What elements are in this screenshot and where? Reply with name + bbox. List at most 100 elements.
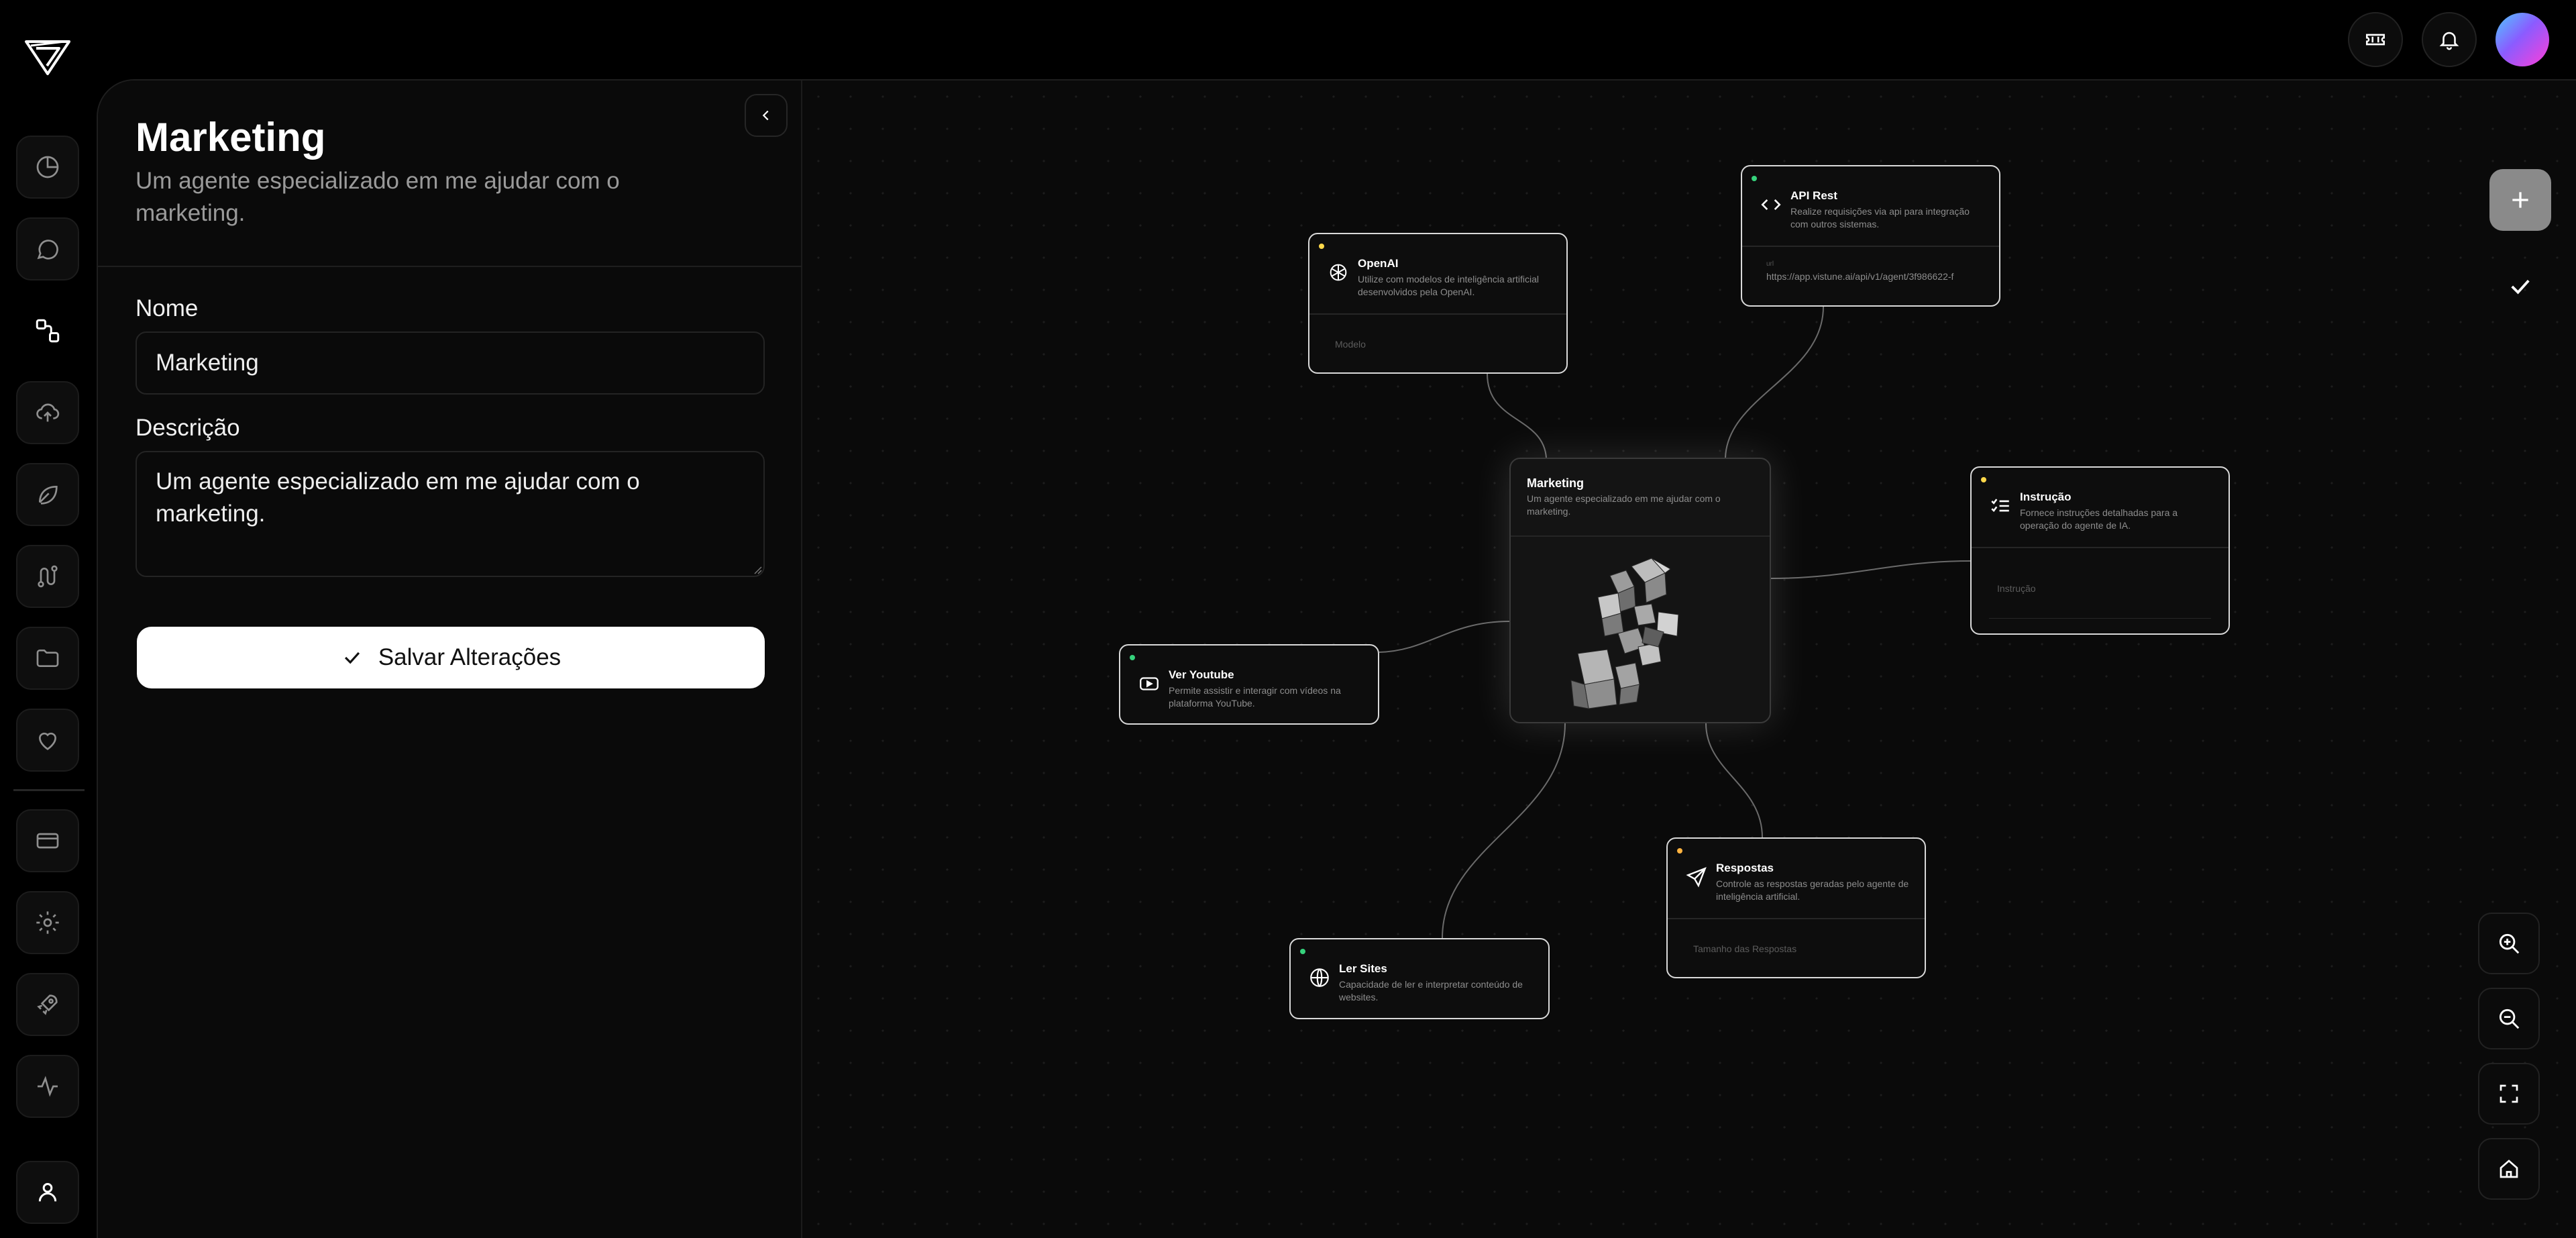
user-icon [38,1183,57,1202]
status-dot [1300,949,1305,954]
node-description: Controle as respostas geradas pelo agent… [1716,878,1909,902]
logo-icon[interactable] [24,39,71,76]
node-divider [1972,547,2229,548]
youtube-icon [1140,677,1159,690]
add-node-button[interactable] [2489,169,2551,231]
globe-icon [1310,968,1329,987]
checklist-icon [1991,499,2009,513]
node-description: Permite assistir e interagir com vídeos … [1169,685,1341,709]
openai-node[interactable]: OpenAI Utilize com modelos de inteligênc… [1308,233,1568,374]
resize-handle-icon[interactable] [753,565,762,574]
agent-center-node[interactable]: Marketing Um agente especializado em me … [1509,458,1771,723]
zoom-out-button[interactable] [2478,988,2540,1049]
sidebar-item-routes[interactable] [16,545,79,608]
youtube-node[interactable]: Ver Youtube Permite assistir e interagir… [1119,644,1379,725]
chart-pie-icon [36,156,59,178]
status-dot [1677,848,1682,854]
node-divider [1309,313,1566,315]
sidebar-item-profile[interactable] [16,1161,79,1224]
status-dot [1981,477,1986,482]
sidebar [0,81,97,1238]
api-url[interactable]: https://app.vistune.ai/api/v1/agent/3f98… [1766,271,1981,282]
description-textarea[interactable]: Um agente especializado em me ajudar com… [136,451,765,577]
chat-icon [37,240,58,260]
agent-cubes-illustration [1570,558,1679,709]
folder-icon [36,650,59,667]
name-input[interactable]: Marketing [136,331,765,395]
sidebar-item-settings[interactable] [16,891,79,954]
node-title: Ler Sites [1339,962,1387,975]
node-divider [1742,246,1999,247]
fullscreen-icon [2500,1084,2518,1103]
sidebar-item-files[interactable] [16,627,79,690]
node-divider [1668,918,1925,919]
heart-icon [38,732,57,750]
page-subtitle: Um agente especializado em me ajudar com… [136,168,620,226]
page-title: Marketing [136,115,326,160]
ticket-icon [2365,34,2385,46]
credit-card-icon [36,833,59,849]
sidebar-item-flows[interactable] [16,299,79,362]
sidebar-item-favorites[interactable] [16,709,79,772]
header-divider [98,266,802,267]
node-title: Instrução [2020,491,2072,503]
node-description: Fornece instruções detalhadas para a ope… [2020,507,2178,531]
node-description: Realize requisições via api para integra… [1790,206,1970,229]
fit-view-button[interactable] [2478,1063,2540,1125]
field-underline [1989,618,2211,619]
sidebar-item-billing[interactable] [16,809,79,872]
node-title: OpenAI [1358,257,1399,270]
sidebar-item-dashboard[interactable] [16,136,79,199]
check-icon [2511,279,2530,295]
cloud-upload-icon [36,403,60,422]
status-dot [1752,176,1757,181]
avatar[interactable] [2496,13,2549,66]
status-dot [1130,655,1135,660]
tickets-button[interactable] [2348,12,2403,67]
save-button-label: Salvar Alterações [378,644,561,670]
node-title: Marketing [1527,476,1585,490]
sidebar-item-ecology[interactable] [16,463,79,526]
status-dot [1319,244,1324,249]
responses-node[interactable]: Respostas Controle as respostas geradas … [1666,837,1926,978]
node-description: Capacidade de ler e interpretar conteúdo… [1339,979,1523,1002]
response-size-field[interactable]: Tamanho das Respostas [1693,943,1796,954]
save-button[interactable]: Salvar Alterações [137,627,765,688]
chevron-left-icon [762,110,769,121]
node-divider [1511,535,1770,537]
node-description: Um agente especializado em me ajudar com… [1527,493,1721,517]
instruction-node[interactable]: Instrução Fornece instruções detalhadas … [1970,466,2230,635]
check-icon [344,652,360,664]
node-title: API Rest [1790,189,1837,202]
zoom-in-icon [2499,933,2520,954]
description-label: Descrição [136,415,240,441]
code-icon [1761,199,1781,210]
sidebar-item-upload[interactable] [16,381,79,444]
flow-icon [36,319,60,343]
home-view-button[interactable] [2478,1138,2540,1200]
sidebar-divider [13,789,85,791]
sidebar-item-launch[interactable] [16,973,79,1036]
node-description: Utilize com modelos de inteligência arti… [1358,274,1540,297]
confirm-button[interactable] [2502,268,2538,305]
gear-icon [36,911,59,934]
model-field[interactable]: Modelo [1335,339,1366,350]
api-rest-node[interactable]: API Rest Realize requisições via api par… [1741,165,2000,307]
openai-icon [1330,264,1347,281]
route-icon [38,565,58,588]
rocket-icon [37,994,58,1015]
url-label: url [1766,260,1774,268]
bell-icon [2439,32,2459,50]
activity-icon [38,1076,58,1097]
notifications-button[interactable] [2422,12,2477,67]
plus-icon [2512,192,2528,208]
instruction-field[interactable]: Instrução [1997,583,2036,594]
collapse-panel-button[interactable] [745,94,788,137]
sidebar-item-chat[interactable] [16,217,79,280]
read-sites-node[interactable]: Ler Sites Capacidade de ler e interpreta… [1289,938,1550,1019]
zoom-in-button[interactable] [2478,913,2540,974]
send-icon [1686,867,1707,888]
node-title: Respostas [1716,862,1774,874]
agent-form-panel: Marketing Um agente especializado em me … [98,81,802,1238]
sidebar-item-activity[interactable] [16,1055,79,1118]
